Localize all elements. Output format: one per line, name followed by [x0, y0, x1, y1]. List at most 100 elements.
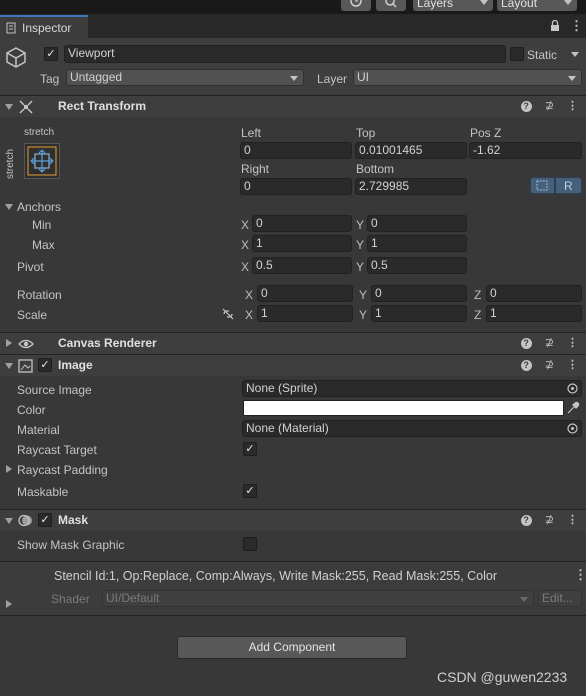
layers-dropdown[interactable]: Layers: [413, 0, 493, 11]
foldout-arrow-icon[interactable]: [6, 339, 12, 347]
image-icon: [18, 359, 33, 373]
watermark: CSDN @guwen2233: [437, 669, 568, 685]
static-dropdown-arrow[interactable]: [571, 52, 579, 57]
image-header[interactable]: ✓ Image ? ⊉ ⋮: [0, 354, 586, 376]
mask-enabled-checkbox[interactable]: ✓: [38, 513, 52, 527]
unlink-icon[interactable]: [221, 307, 235, 321]
foldout-arrow-icon[interactable]: [5, 104, 13, 110]
max-y-input[interactable]: 1: [367, 235, 467, 252]
mask-icon: [18, 514, 32, 527]
color-label: Color: [17, 403, 46, 417]
anchor-stretch-icon: [27, 146, 57, 176]
scale-z-input[interactable]: 1: [486, 305, 582, 322]
component-menu-icon[interactable]: ⋮: [567, 99, 578, 112]
scale-x-input[interactable]: 1: [257, 305, 353, 322]
preset-icon[interactable]: ⊉: [545, 99, 554, 112]
scale-y-input[interactable]: 1: [371, 305, 467, 322]
pivot-label: Pivot: [17, 260, 44, 274]
inspector-tab-icon: [6, 22, 16, 34]
rot-z-input[interactable]: 0: [486, 285, 582, 302]
help-icon[interactable]: ?: [520, 515, 532, 526]
bottom-input[interactable]: 2.729985: [355, 178, 467, 195]
layer-value: UI: [357, 70, 369, 84]
component-menu-icon[interactable]: ⋮: [567, 513, 578, 526]
anchors-foldout-arrow-icon[interactable]: [5, 204, 13, 210]
raw-edit-button[interactable]: R: [555, 177, 582, 194]
raycast-padding-label[interactable]: Raycast Padding: [17, 463, 108, 477]
scale-label: Scale: [17, 308, 48, 322]
max-label: Max: [32, 238, 55, 252]
object-picker-icon[interactable]: [567, 423, 578, 434]
eyedropper-icon[interactable]: [566, 401, 580, 415]
tag-dropdown[interactable]: Untagged: [66, 69, 304, 86]
search-button[interactable]: [376, 0, 406, 11]
min-x-axis: X: [241, 218, 250, 232]
object-picker-icon[interactable]: [567, 383, 578, 394]
min-y-axis: Y: [356, 218, 365, 232]
active-checkbox[interactable]: ✓: [44, 47, 58, 61]
canvas-renderer-header[interactable]: Canvas Renderer ? ⊉ ⋮: [0, 332, 586, 354]
show-mask-graphic-checkbox[interactable]: [243, 537, 257, 551]
foldout-arrow-icon[interactable]: [5, 518, 13, 524]
tab-inspector[interactable]: Inspector: [0, 15, 88, 38]
top-input[interactable]: 0.01001465: [355, 142, 467, 159]
min-label: Min: [32, 218, 52, 232]
color-swatch[interactable]: [243, 400, 564, 416]
right-label: Right: [241, 162, 270, 176]
anchor-preset-top-label: stretch: [24, 127, 55, 138]
lock-icon[interactable]: [550, 20, 560, 32]
material-menu-icon[interactable]: ⋮: [574, 567, 586, 583]
show-mask-graphic-label: Show Mask Graphic: [17, 538, 125, 552]
material-field[interactable]: None (Material): [242, 420, 582, 437]
pivot-y-input[interactable]: 0.5: [367, 257, 467, 274]
min-x-input[interactable]: 0: [252, 215, 352, 232]
foldout-arrow-icon[interactable]: [5, 363, 13, 369]
menu-icon[interactable]: ⋮: [570, 18, 583, 34]
min-y-input[interactable]: 0: [367, 215, 467, 232]
raycast-padding-foldout-icon[interactable]: [6, 465, 12, 473]
component-menu-icon[interactable]: ⋮: [567, 358, 578, 371]
anchor-preset-button[interactable]: [24, 143, 60, 179]
preset-icon[interactable]: ⊉: [545, 358, 554, 371]
chevron-down-icon: [290, 76, 298, 81]
component-menu-icon[interactable]: ⋮: [567, 336, 578, 349]
material-foldout-icon[interactable]: [6, 600, 12, 608]
source-image-field[interactable]: None (Sprite): [242, 380, 582, 397]
rot-y-input[interactable]: 0: [371, 285, 467, 302]
add-component-button[interactable]: Add Component: [177, 636, 407, 659]
posz-label: Pos Z: [470, 126, 502, 140]
object-name-input[interactable]: Viewport: [64, 45, 506, 63]
history-icon: [350, 0, 362, 7]
static-checkbox[interactable]: [510, 47, 524, 61]
rot-x-input[interactable]: 0: [257, 285, 353, 302]
image-title: Image: [58, 358, 93, 372]
help-icon[interactable]: ?: [520, 338, 532, 349]
preset-icon[interactable]: ⊉: [545, 513, 554, 526]
anchors-label[interactable]: Anchors: [17, 200, 61, 214]
mask-header[interactable]: ✓ Mask ? ⊉ ⋮: [0, 509, 586, 531]
max-x-input[interactable]: 1: [252, 235, 352, 252]
blueprint-mode-button[interactable]: [530, 177, 555, 194]
layers-label: Layers: [417, 0, 454, 10]
pivot-x-input[interactable]: 0.5: [252, 257, 352, 274]
image-enabled-checkbox[interactable]: ✓: [38, 358, 52, 372]
max-x-axis: X: [241, 238, 250, 252]
search-icon: [385, 0, 397, 8]
mask-title: Mask: [58, 513, 89, 527]
layer-dropdown[interactable]: UI: [353, 69, 582, 86]
bottom-label: Bottom: [356, 162, 395, 176]
history-button[interactable]: [341, 0, 371, 11]
maskable-checkbox[interactable]: ✓: [243, 484, 257, 498]
layout-dropdown[interactable]: Layout: [497, 0, 577, 11]
tag-value: Untagged: [70, 70, 123, 84]
shader-dropdown[interactable]: UI/Default: [102, 590, 534, 607]
left-input[interactable]: 0: [240, 142, 352, 159]
right-input[interactable]: 0: [240, 178, 352, 195]
raycast-target-checkbox[interactable]: ✓: [243, 442, 257, 456]
preset-icon[interactable]: ⊉: [545, 336, 554, 349]
rect-transform-header[interactable]: Rect Transform ? ⊉ ⋮: [0, 95, 586, 117]
posz-input[interactable]: -1.62: [469, 142, 582, 159]
help-icon[interactable]: ?: [520, 360, 532, 371]
help-icon[interactable]: ?: [520, 101, 532, 112]
shader-edit-button[interactable]: Edit...: [538, 590, 582, 607]
